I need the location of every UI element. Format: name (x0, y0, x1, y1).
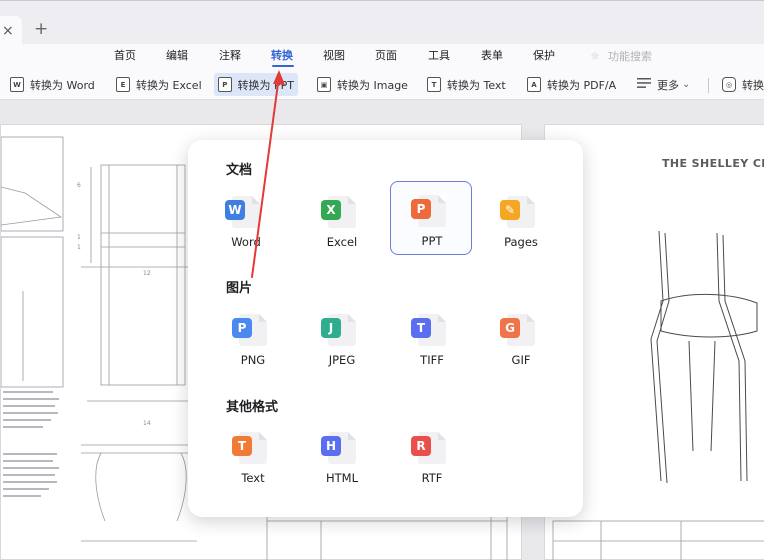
svg-text:12: 12 (143, 270, 151, 277)
menu-bar: 首页 编辑 注释 转换 视图 页面 工具 表单 保护 ☼ 功能搜索 (0, 44, 764, 70)
file-shape: H (321, 432, 356, 464)
convert-to-text-label: 转换为 Text (447, 78, 506, 92)
format-label: Pages (504, 235, 538, 249)
format-label: HTML (325, 471, 358, 485)
file-shape: G (500, 314, 535, 346)
format-label: JPEG (328, 353, 356, 367)
convert-to-ppt-button[interactable]: P 转换为 PPT (214, 73, 298, 96)
png-file-icon: P (232, 318, 252, 338)
format-label: PPT (421, 234, 443, 248)
menu-form[interactable]: 表单 (481, 49, 503, 63)
convert-format-popup: 文档 W Word X Excel P PPT ✎ Pages 图片 P PNG… (188, 140, 583, 517)
drawing-title: THE SHELLEY CHA (662, 157, 764, 170)
convert-to-image-button[interactable]: ▣ 转换为 Image (313, 73, 412, 96)
file-shape: ✎ (500, 196, 535, 228)
active-menu-underline (272, 65, 294, 67)
svg-text:1: 1 (77, 244, 81, 251)
convert-to-image-label: 转换为 Image (337, 78, 408, 92)
html-file-icon: H (321, 436, 341, 456)
format-pages-option[interactable]: ✎ Pages (479, 182, 561, 256)
format-excel-option[interactable]: X Excel (300, 182, 382, 256)
file-shape: R (411, 432, 446, 464)
format-label: GIF (511, 353, 531, 367)
word-doc-icon: W (10, 77, 24, 92)
format-rtf-option[interactable]: R RTF (390, 418, 472, 492)
svg-text:14: 14 (143, 420, 151, 427)
menu-annotate[interactable]: 注释 (219, 49, 241, 63)
svg-text:1: 1 (77, 234, 81, 241)
menu-convert[interactable]: 转换 (271, 49, 293, 63)
convert-settings-button[interactable]: ◎ 转换 (718, 73, 764, 96)
excel-doc-icon: E (116, 77, 130, 92)
file-shape: J (321, 314, 356, 346)
convert-toolbar: W 转换为 Word E 转换为 Excel P 转换为 PPT ▣ 转换为 I… (0, 70, 764, 100)
more-menu-button[interactable]: 更多 ⌄ (633, 73, 694, 96)
file-shape: T (232, 432, 267, 464)
lightbulb-icon: ☼ (590, 50, 600, 63)
svg-text:6: 6 (77, 182, 81, 189)
format-text-option[interactable]: T Text (211, 418, 293, 492)
format-label: Text (241, 471, 265, 485)
chevron-down-icon: ⌄ (682, 79, 691, 90)
gif-file-icon: G (500, 318, 520, 338)
convert-to-word-button[interactable]: W 转换为 Word (6, 73, 99, 96)
convert-settings-label: 转换 (742, 78, 764, 92)
format-ppt-option[interactable]: P PPT (390, 181, 472, 255)
menu-view[interactable]: 视图 (323, 49, 345, 63)
list-icon (637, 77, 651, 92)
toolbar-divider (708, 78, 709, 93)
file-shape: X (321, 196, 356, 228)
excel-file-icon: X (321, 200, 341, 220)
menu-page[interactable]: 页面 (375, 49, 397, 63)
format-png-option[interactable]: P PNG (211, 300, 293, 374)
menu-home[interactable]: 首页 (114, 49, 136, 63)
file-shape: T (411, 314, 446, 346)
tab-strip: × + (0, 0, 764, 45)
section-other-formats-title: 其他格式 (226, 400, 279, 415)
convert-to-text-button[interactable]: T 转换为 Text (423, 73, 510, 96)
image-doc-icon: ▣ (317, 77, 331, 92)
ppt-doc-icon: P (218, 77, 232, 92)
convert-to-word-label: 转换为 Word (30, 78, 95, 92)
format-label: Excel (326, 235, 358, 249)
word-file-icon: W (225, 200, 245, 220)
convert-to-ppt-label: 转换为 PPT (237, 78, 294, 92)
section-images-title: 图片 (226, 281, 253, 296)
text-doc-icon: T (427, 77, 441, 92)
file-shape: P (232, 314, 267, 346)
convert-to-pdfa-button[interactable]: A 转换为 PDF/A (523, 73, 620, 96)
convert-to-pdfa-label: 转换为 PDF/A (547, 78, 617, 92)
format-html-option[interactable]: H HTML (300, 418, 382, 492)
close-icon[interactable]: × (2, 21, 14, 41)
tiff-file-icon: T (411, 318, 431, 338)
format-gif-option[interactable]: G GIF (479, 300, 561, 374)
file-shape: W (225, 196, 260, 228)
format-label: TIFF (420, 353, 444, 367)
format-label: Word (231, 235, 261, 249)
convert-to-excel-label: 转换为 Excel (136, 78, 202, 92)
section-documents-title: 文档 (226, 163, 253, 178)
more-menu-label: 更多 (657, 78, 679, 92)
jpeg-file-icon: J (321, 318, 341, 338)
rtf-file-icon: R (411, 436, 431, 456)
format-word-option[interactable]: W Word (204, 182, 286, 256)
menu-protect[interactable]: 保护 (533, 49, 555, 63)
format-tiff-option[interactable]: T TIFF (390, 300, 472, 374)
new-tab-icon[interactable]: + (34, 19, 48, 39)
pdfa-doc-icon: A (527, 77, 541, 92)
settings-hex-icon: ◎ (722, 77, 736, 92)
menu-tools[interactable]: 工具 (428, 49, 450, 63)
format-label: RTF (421, 471, 443, 485)
menu-edit[interactable]: 编辑 (166, 49, 188, 63)
convert-to-excel-button[interactable]: E 转换为 Excel (112, 73, 206, 96)
format-label: PNG (240, 353, 266, 367)
feature-search[interactable]: ☼ 功能搜索 (588, 48, 652, 64)
feature-search-label: 功能搜索 (608, 50, 652, 63)
format-jpeg-option[interactable]: J JPEG (300, 300, 382, 374)
text-file-icon: T (232, 436, 252, 456)
ppt-file-icon: P (411, 199, 431, 219)
file-shape: P (411, 195, 446, 227)
pages-file-icon: ✎ (500, 200, 520, 220)
